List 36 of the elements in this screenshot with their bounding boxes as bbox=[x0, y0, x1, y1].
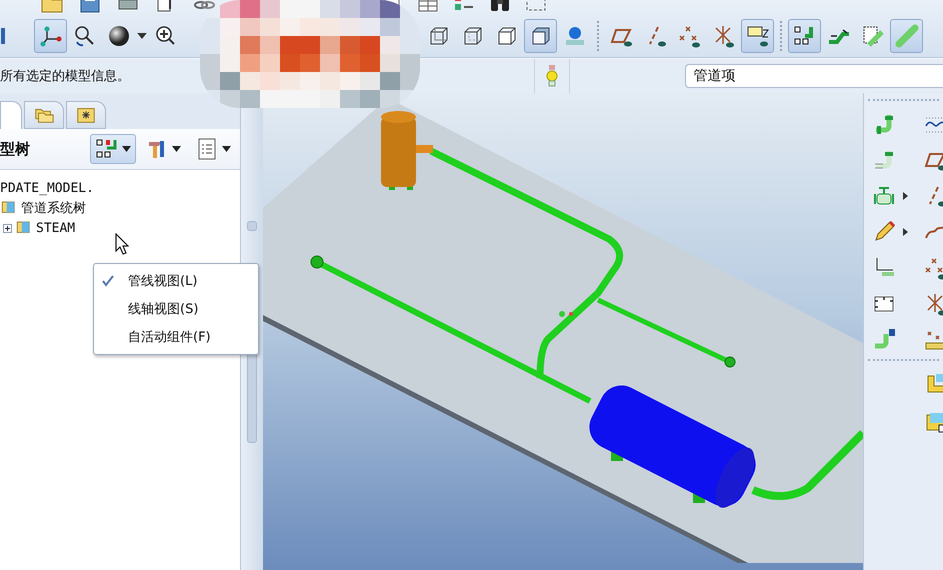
mouse-pointer-icon bbox=[115, 233, 129, 255]
pipe-icon bbox=[894, 24, 918, 48]
filter-field[interactable]: 管道项 bbox=[684, 64, 943, 88]
status-light-icon bbox=[546, 65, 558, 87]
box-corner-icon bbox=[924, 410, 943, 434]
panel-title: 型树 bbox=[0, 140, 31, 158]
menu-item[interactable]: 管线视图(L) bbox=[94, 267, 258, 295]
tree-item[interactable]: PDATE_MODEL. bbox=[0, 180, 94, 196]
datum-nodes-icon bbox=[38, 24, 62, 48]
tree-item[interactable]: 管道系统树 bbox=[21, 199, 86, 217]
toggle-button[interactable] bbox=[788, 19, 821, 53]
menu-item[interactable]: 线轴视图(S) bbox=[94, 295, 258, 323]
sphere-icon bbox=[106, 24, 130, 48]
points-icon bbox=[678, 24, 702, 48]
toggle-button[interactable] bbox=[890, 19, 923, 53]
toggle-button[interactable] bbox=[741, 19, 774, 53]
panel-dropdown-button[interactable] bbox=[90, 134, 136, 164]
caret-icon bbox=[222, 146, 231, 152]
tree-item[interactable]: STEAM bbox=[36, 220, 76, 236]
status-message: 所有选定的模型信息。 bbox=[0, 68, 131, 85]
magnifier-cycle-icon bbox=[72, 24, 96, 48]
points-icon bbox=[924, 256, 943, 280]
toggle-button[interactable] bbox=[524, 19, 557, 53]
spec-icon bbox=[860, 24, 884, 48]
panel-tab[interactable] bbox=[24, 101, 64, 129]
toggle-button[interactable] bbox=[34, 19, 67, 53]
pencil-icon bbox=[872, 220, 896, 244]
caret-icon bbox=[172, 146, 181, 152]
caret-icon bbox=[122, 146, 131, 152]
expand-icon[interactable] bbox=[3, 224, 12, 232]
splitter-grip[interactable] bbox=[246, 220, 257, 230]
bar-icon bbox=[1, 28, 5, 44]
panel-tab[interactable] bbox=[66, 101, 106, 129]
menu-item[interactable]: 自活动组件(F) bbox=[94, 323, 258, 351]
caret-icon bbox=[137, 33, 147, 39]
plane-tag-icon bbox=[746, 24, 770, 48]
